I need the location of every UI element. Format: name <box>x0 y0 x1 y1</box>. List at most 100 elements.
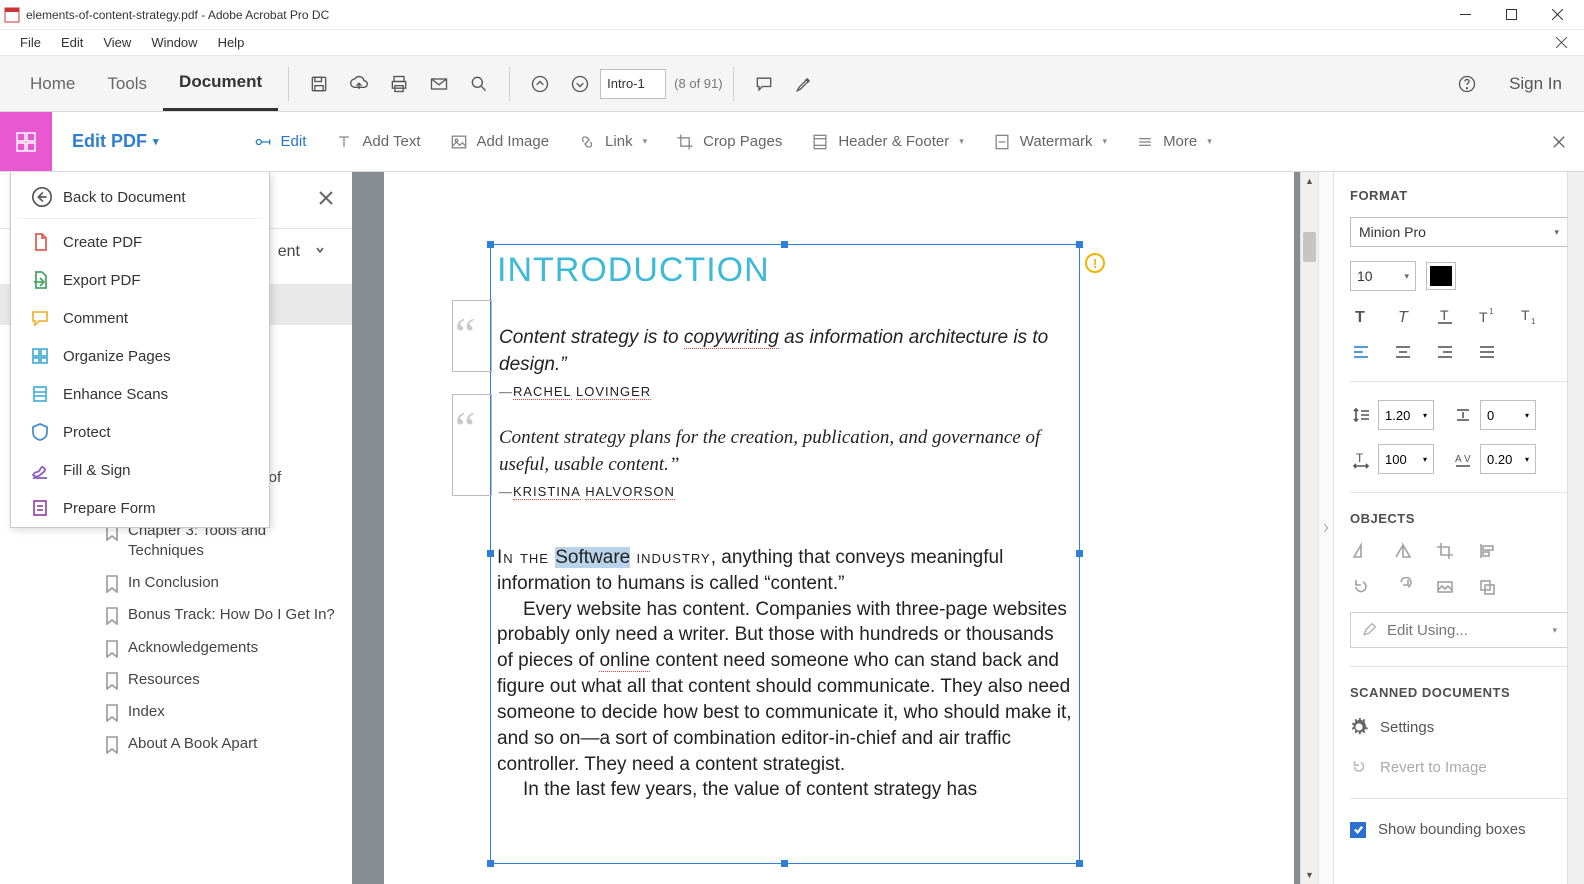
menu-edit[interactable]: Edit <box>51 30 93 55</box>
bookmark-icon <box>104 575 120 593</box>
header-footer-tool[interactable]: Header & Footer▾ <box>796 112 977 171</box>
watermark-tool[interactable]: Watermark▾ <box>978 112 1121 171</box>
overlay-item-prepare[interactable]: Prepare Form <box>11 489 269 527</box>
search-icon[interactable] <box>459 64 499 104</box>
char-space-input[interactable]: 0.20▾ <box>1480 444 1536 474</box>
app-icon <box>4 7 20 23</box>
align-left-icon[interactable] <box>1350 341 1372 363</box>
overlay-item-fillsign[interactable]: Fill & Sign <box>11 451 269 489</box>
help-icon[interactable] <box>1447 64 1487 104</box>
flip-v-icon[interactable] <box>1392 540 1414 562</box>
minimize-button[interactable] <box>1442 0 1488 30</box>
page-number-input[interactable] <box>600 69 666 99</box>
replace-image-icon[interactable] <box>1434 576 1456 598</box>
close-editbar-button[interactable] <box>1534 112 1584 171</box>
add-text-tool[interactable]: Add Text <box>320 112 434 171</box>
print-icon[interactable] <box>379 64 419 104</box>
bookmark-label: Acknowledgements <box>128 638 258 658</box>
italic-icon[interactable]: T <box>1392 305 1414 327</box>
page-down-icon[interactable] <box>560 64 600 104</box>
sign-in-button[interactable]: Sign In <box>1501 74 1570 94</box>
bookmark-item[interactable]: About A Book Apart <box>100 728 340 760</box>
rotate-ccw-icon[interactable] <box>1350 576 1372 598</box>
overlay-item-organize[interactable]: Organize Pages <box>11 337 269 375</box>
bookmark-item[interactable]: Resources <box>100 664 340 696</box>
overlay-item-export[interactable]: Export PDF <box>11 261 269 299</box>
show-bounding-boxes[interactable]: Show bounding boxes <box>1350 817 1568 842</box>
cloud-upload-icon[interactable] <box>339 64 379 104</box>
maximize-button[interactable] <box>1488 0 1534 30</box>
menu-file[interactable]: File <box>10 30 51 55</box>
subscript-icon[interactable]: T1 <box>1518 305 1540 327</box>
doc-attr-1: —RACHEL LOVINGER <box>499 384 1069 400</box>
overlay-item-label: Prepare Form <box>63 500 156 517</box>
rotate-cw-icon[interactable] <box>1392 576 1414 598</box>
tab-home[interactable]: Home <box>14 56 91 111</box>
font-family-select[interactable]: Minion Pro▾ <box>1350 217 1568 247</box>
overlay-item-enhance[interactable]: Enhance Scans <box>11 375 269 413</box>
doc-scrollbar[interactable]: ▲ ▼ <box>1300 172 1318 884</box>
link-tool[interactable]: Link▾ <box>563 112 661 171</box>
overlay-item-protect[interactable]: Protect <box>11 413 269 451</box>
superscript-icon[interactable]: T1 <box>1476 305 1498 327</box>
page-up-icon[interactable] <box>520 64 560 104</box>
prepare-icon <box>29 497 51 519</box>
warning-badge-icon[interactable]: ! <box>1085 253 1105 273</box>
menu-view[interactable]: View <box>93 30 141 55</box>
hscale-input[interactable]: 100▾ <box>1378 444 1434 474</box>
bold-icon[interactable]: T <box>1350 305 1372 327</box>
scanned-settings[interactable]: Settings <box>1350 714 1568 740</box>
doc-body: In the Software industry, anything that … <box>497 545 1073 803</box>
crop-object-icon[interactable] <box>1434 540 1456 562</box>
tools-overlay-panel: Back to Document Create PDFExport PDFCom… <box>10 172 270 528</box>
more-tool[interactable]: More▾ <box>1121 112 1226 171</box>
line-height-input[interactable]: 1.20▾ <box>1378 400 1434 430</box>
edit-pdf-title[interactable]: Edit PDF▾ <box>52 131 179 152</box>
arrange-icon[interactable] <box>1476 576 1498 598</box>
align-objects-icon[interactable] <box>1476 540 1498 562</box>
crop-tool[interactable]: Crop Pages <box>661 112 796 171</box>
close-button[interactable] <box>1534 0 1580 30</box>
paragraph-space-input[interactable]: 0▾ <box>1480 400 1536 430</box>
left-panel-close-icon[interactable] <box>314 186 338 210</box>
comment-bubble-icon[interactable] <box>744 64 784 104</box>
overlay-item-create[interactable]: Create PDF <box>11 223 269 261</box>
font-color-picker[interactable] <box>1426 262 1456 290</box>
underline-icon[interactable]: T <box>1434 305 1456 327</box>
checkbox-checked-icon[interactable] <box>1350 822 1366 838</box>
add-image-tool[interactable]: Add Image <box>435 112 564 171</box>
menu-help[interactable]: Help <box>208 30 255 55</box>
font-size-select[interactable]: 10▾ <box>1350 261 1416 291</box>
menu-close-button[interactable] <box>1548 30 1574 56</box>
tab-tools[interactable]: Tools <box>91 56 163 111</box>
highlight-icon[interactable] <box>784 64 824 104</box>
bookmark-expand-icon[interactable] <box>314 243 326 261</box>
back-to-document[interactable]: Back to Document <box>19 176 261 219</box>
bookmark-item[interactable]: Bonus Track: How Do I Get In? <box>100 599 340 631</box>
bookmark-icon <box>104 672 120 690</box>
bookmark-item[interactable]: Index <box>100 696 340 728</box>
overlay-item-label: Protect <box>63 424 111 441</box>
align-center-icon[interactable] <box>1392 341 1414 363</box>
edit-pdf-app-icon[interactable] <box>0 112 52 171</box>
overlay-item-comment[interactable]: Comment <box>11 299 269 337</box>
page-count-label: (8 of 91) <box>674 76 722 91</box>
tab-document[interactable]: Document <box>163 56 278 111</box>
menu-window[interactable]: Window <box>141 30 207 55</box>
save-icon[interactable] <box>299 64 339 104</box>
align-right-icon[interactable] <box>1434 341 1456 363</box>
edit-using-dropdown[interactable]: Edit Using... ▾ <box>1350 612 1568 648</box>
bookmark-label: About A Book Apart <box>128 734 257 754</box>
mail-icon[interactable] <box>419 64 459 104</box>
align-justify-icon[interactable] <box>1476 341 1498 363</box>
document-viewport[interactable]: ! INTRODUCTION Content strategy is to co… <box>352 172 1318 884</box>
flip-h-icon[interactable] <box>1350 540 1372 562</box>
doc-attr-2: —KRISTINA HALVORSON <box>499 484 1069 500</box>
right-panel-toggle[interactable] <box>1318 172 1334 884</box>
edit-tool[interactable]: Edit <box>239 112 321 171</box>
right-panel-scrollbar[interactable] <box>1567 172 1584 884</box>
bookmark-item[interactable]: In Conclusion <box>100 567 340 599</box>
text-selection-box[interactable]: ! INTRODUCTION Content strategy is to co… <box>490 244 1080 864</box>
bookmark-item[interactable]: Acknowledgements <box>100 632 340 664</box>
doc-quote-1: Content strategy is to copywriting as in… <box>499 325 1069 378</box>
